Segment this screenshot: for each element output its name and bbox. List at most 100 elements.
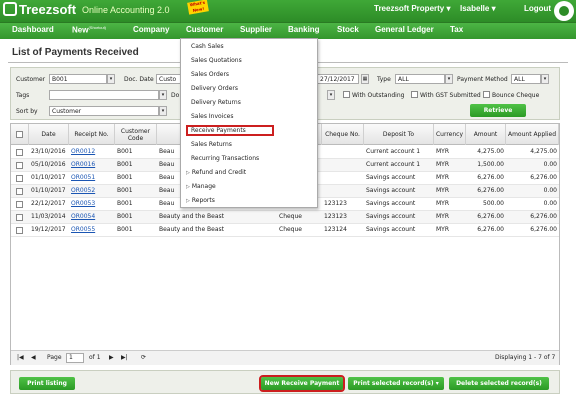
user-menu[interactable]: Isabelle ▾ (460, 4, 496, 13)
menu-item-sales-invoices[interactable]: Sales Invoices (191, 113, 233, 120)
app-logo[interactable]: Treezsoft (3, 2, 76, 17)
cell-applied: 6,276.00 (530, 213, 557, 220)
row-checkbox[interactable] (16, 149, 23, 156)
first-page-icon[interactable]: |◀ (17, 354, 24, 361)
nav-tax[interactable]: Tax (450, 25, 463, 34)
menu-item-cash-sales[interactable]: Cash Sales (191, 43, 224, 50)
chevron-down-icon[interactable]: ▾ (541, 74, 549, 84)
cell-cheque (322, 146, 364, 159)
col-receipt-no[interactable]: Receipt No. (69, 124, 115, 145)
calendar-icon[interactable]: ▦ (361, 74, 369, 84)
top-bar: Treezsoft Online Accounting 2.0 What's N… (0, 0, 576, 22)
menu-item-sales-orders[interactable]: Sales Orders (191, 71, 229, 78)
row-checkbox[interactable] (16, 214, 23, 221)
delete-selected-button[interactable]: Delete selected record(s) (449, 377, 549, 390)
nav-company[interactable]: Company (133, 25, 169, 34)
nav-new[interactable]: New(Shortcut) (72, 25, 106, 35)
cell-cheque (322, 159, 364, 172)
row-checkbox[interactable] (16, 201, 23, 208)
col-date[interactable]: Date (29, 124, 69, 145)
chevron-down-icon[interactable]: ▾ (159, 90, 167, 100)
cell-receipt[interactable]: OR0055 (69, 224, 115, 237)
row-checkbox[interactable] (16, 162, 23, 169)
bounce-cheque-label: Bounce Cheque (492, 92, 540, 99)
nav-dashboard[interactable]: Dashboard (12, 25, 54, 34)
last-page-icon[interactable]: ▶| (121, 354, 128, 361)
cell-receipt[interactable]: OR0051 (69, 172, 115, 185)
logout-link[interactable]: Logout (524, 4, 551, 13)
payment-method-label: Payment Method (457, 76, 508, 83)
page-label: Page (47, 354, 62, 361)
with-outstanding-checkbox[interactable] (343, 91, 350, 98)
cell-name: Beauty and the Beast (159, 226, 225, 233)
nav-new-shortcut: (Shortcut) (88, 25, 107, 30)
cell-code: B001 (117, 174, 133, 181)
col-amount-applied[interactable]: Amount Applied (506, 124, 559, 145)
sort-by-select[interactable]: Customer (49, 106, 159, 116)
menu-item-recurring-transactions[interactable]: Recurring Transactions (191, 155, 259, 162)
nav-customer[interactable]: Customer (186, 25, 223, 34)
menu-item-reports-label: Reports (191, 197, 215, 204)
bounce-cheque-checkbox[interactable] (483, 91, 490, 98)
doc-date-field[interactable]: Custo (156, 74, 181, 84)
col-customer-code[interactable]: Customer Code (115, 124, 157, 145)
menu-item-receive-payments[interactable]: Receive Payments (191, 127, 246, 134)
menu-item-delivery-orders[interactable]: Delivery Orders (191, 85, 238, 92)
chevron-right-icon: ▷ (186, 198, 190, 204)
chevron-right-icon: ▷ (186, 170, 190, 176)
row-checkbox[interactable] (16, 175, 23, 182)
next-page-icon[interactable]: ▶ (109, 354, 114, 361)
app-subtitle: Online Accounting 2.0 (82, 5, 170, 15)
menu-item-sales-returns[interactable]: Sales Returns (191, 141, 232, 148)
cell-currency: MYR (436, 213, 450, 220)
cell-applied: 4,275.00 (530, 148, 557, 155)
tags-field[interactable] (49, 90, 159, 100)
print-listing-button[interactable]: Print listing (19, 377, 75, 390)
col-cheque-no[interactable]: Cheque No. (322, 124, 364, 145)
chevron-down-icon[interactable]: ▾ (327, 90, 335, 100)
type-select[interactable]: ALL (395, 74, 445, 84)
row-checkbox[interactable] (16, 227, 23, 234)
cell-receipt[interactable]: OR0054 (69, 211, 115, 224)
customer-field[interactable]: B001 (49, 74, 107, 84)
retrieve-button[interactable]: Retrieve (470, 104, 526, 117)
table-row[interactable]: 11/03/2014 OR0054 B001 Beauty and the Beast… (11, 211, 559, 224)
nav-stock[interactable]: Stock (337, 25, 359, 34)
cell-receipt[interactable]: OR0016 (69, 159, 115, 172)
whats-new-badge[interactable]: What's New! (187, 0, 209, 15)
customer-dropdown-icon[interactable]: ▾ (107, 74, 115, 84)
new-receive-payment-button[interactable]: New Receive Payment (259, 375, 345, 392)
prev-page-icon[interactable]: ◀ (31, 354, 36, 361)
page-input[interactable]: 1 (66, 353, 84, 363)
cell-deposit: Current account 1 (366, 161, 421, 168)
menu-item-delivery-returns[interactable]: Delivery Returns (191, 99, 241, 106)
menu-item-sales-quotations[interactable]: Sales Quotations (191, 57, 242, 64)
cell-method: Cheque (279, 226, 302, 233)
nav-general-ledger[interactable]: General Ledger (375, 25, 434, 34)
refresh-icon[interactable]: ⟳ (141, 354, 146, 361)
cell-amount: 6,276.00 (477, 174, 504, 181)
print-selected-button[interactable]: Print selected record(s) ▾ (348, 377, 444, 390)
cell-receipt[interactable]: OR0053 (69, 198, 115, 211)
menu-item-manage[interactable]: ▷ Manage (186, 183, 216, 190)
cell-receipt[interactable]: OR0012 (69, 146, 115, 159)
cell-receipt[interactable]: OR0052 (69, 185, 115, 198)
row-checkbox[interactable] (16, 188, 23, 195)
nav-banking[interactable]: Banking (288, 25, 320, 34)
col-amount[interactable]: Amount (466, 124, 506, 145)
table-row[interactable]: 19/12/2017 OR0055 B001 Beauty and the Beast… (11, 224, 559, 237)
select-all-checkbox[interactable] (16, 131, 23, 138)
menu-item-reports[interactable]: ▷ Reports (186, 197, 215, 204)
menu-item-refund-and-credit[interactable]: ▷ Refund and Credit (186, 169, 246, 176)
date-to-field[interactable]: 27/12/2017 (317, 74, 359, 84)
cell-deposit: Savings account (366, 174, 416, 181)
payment-method-select[interactable]: ALL (511, 74, 541, 84)
chevron-down-icon[interactable]: ▾ (159, 106, 167, 116)
company-menu[interactable]: Treezsoft Property ▾ (374, 4, 451, 13)
with-gst-checkbox[interactable] (411, 91, 418, 98)
col-deposit-to[interactable]: Deposit To (364, 124, 434, 145)
chevron-down-icon[interactable]: ▾ (445, 74, 453, 84)
cell-date: 22/12/2017 (31, 200, 66, 207)
nav-supplier[interactable]: Supplier (240, 25, 272, 34)
col-currency[interactable]: Currency (434, 124, 466, 145)
